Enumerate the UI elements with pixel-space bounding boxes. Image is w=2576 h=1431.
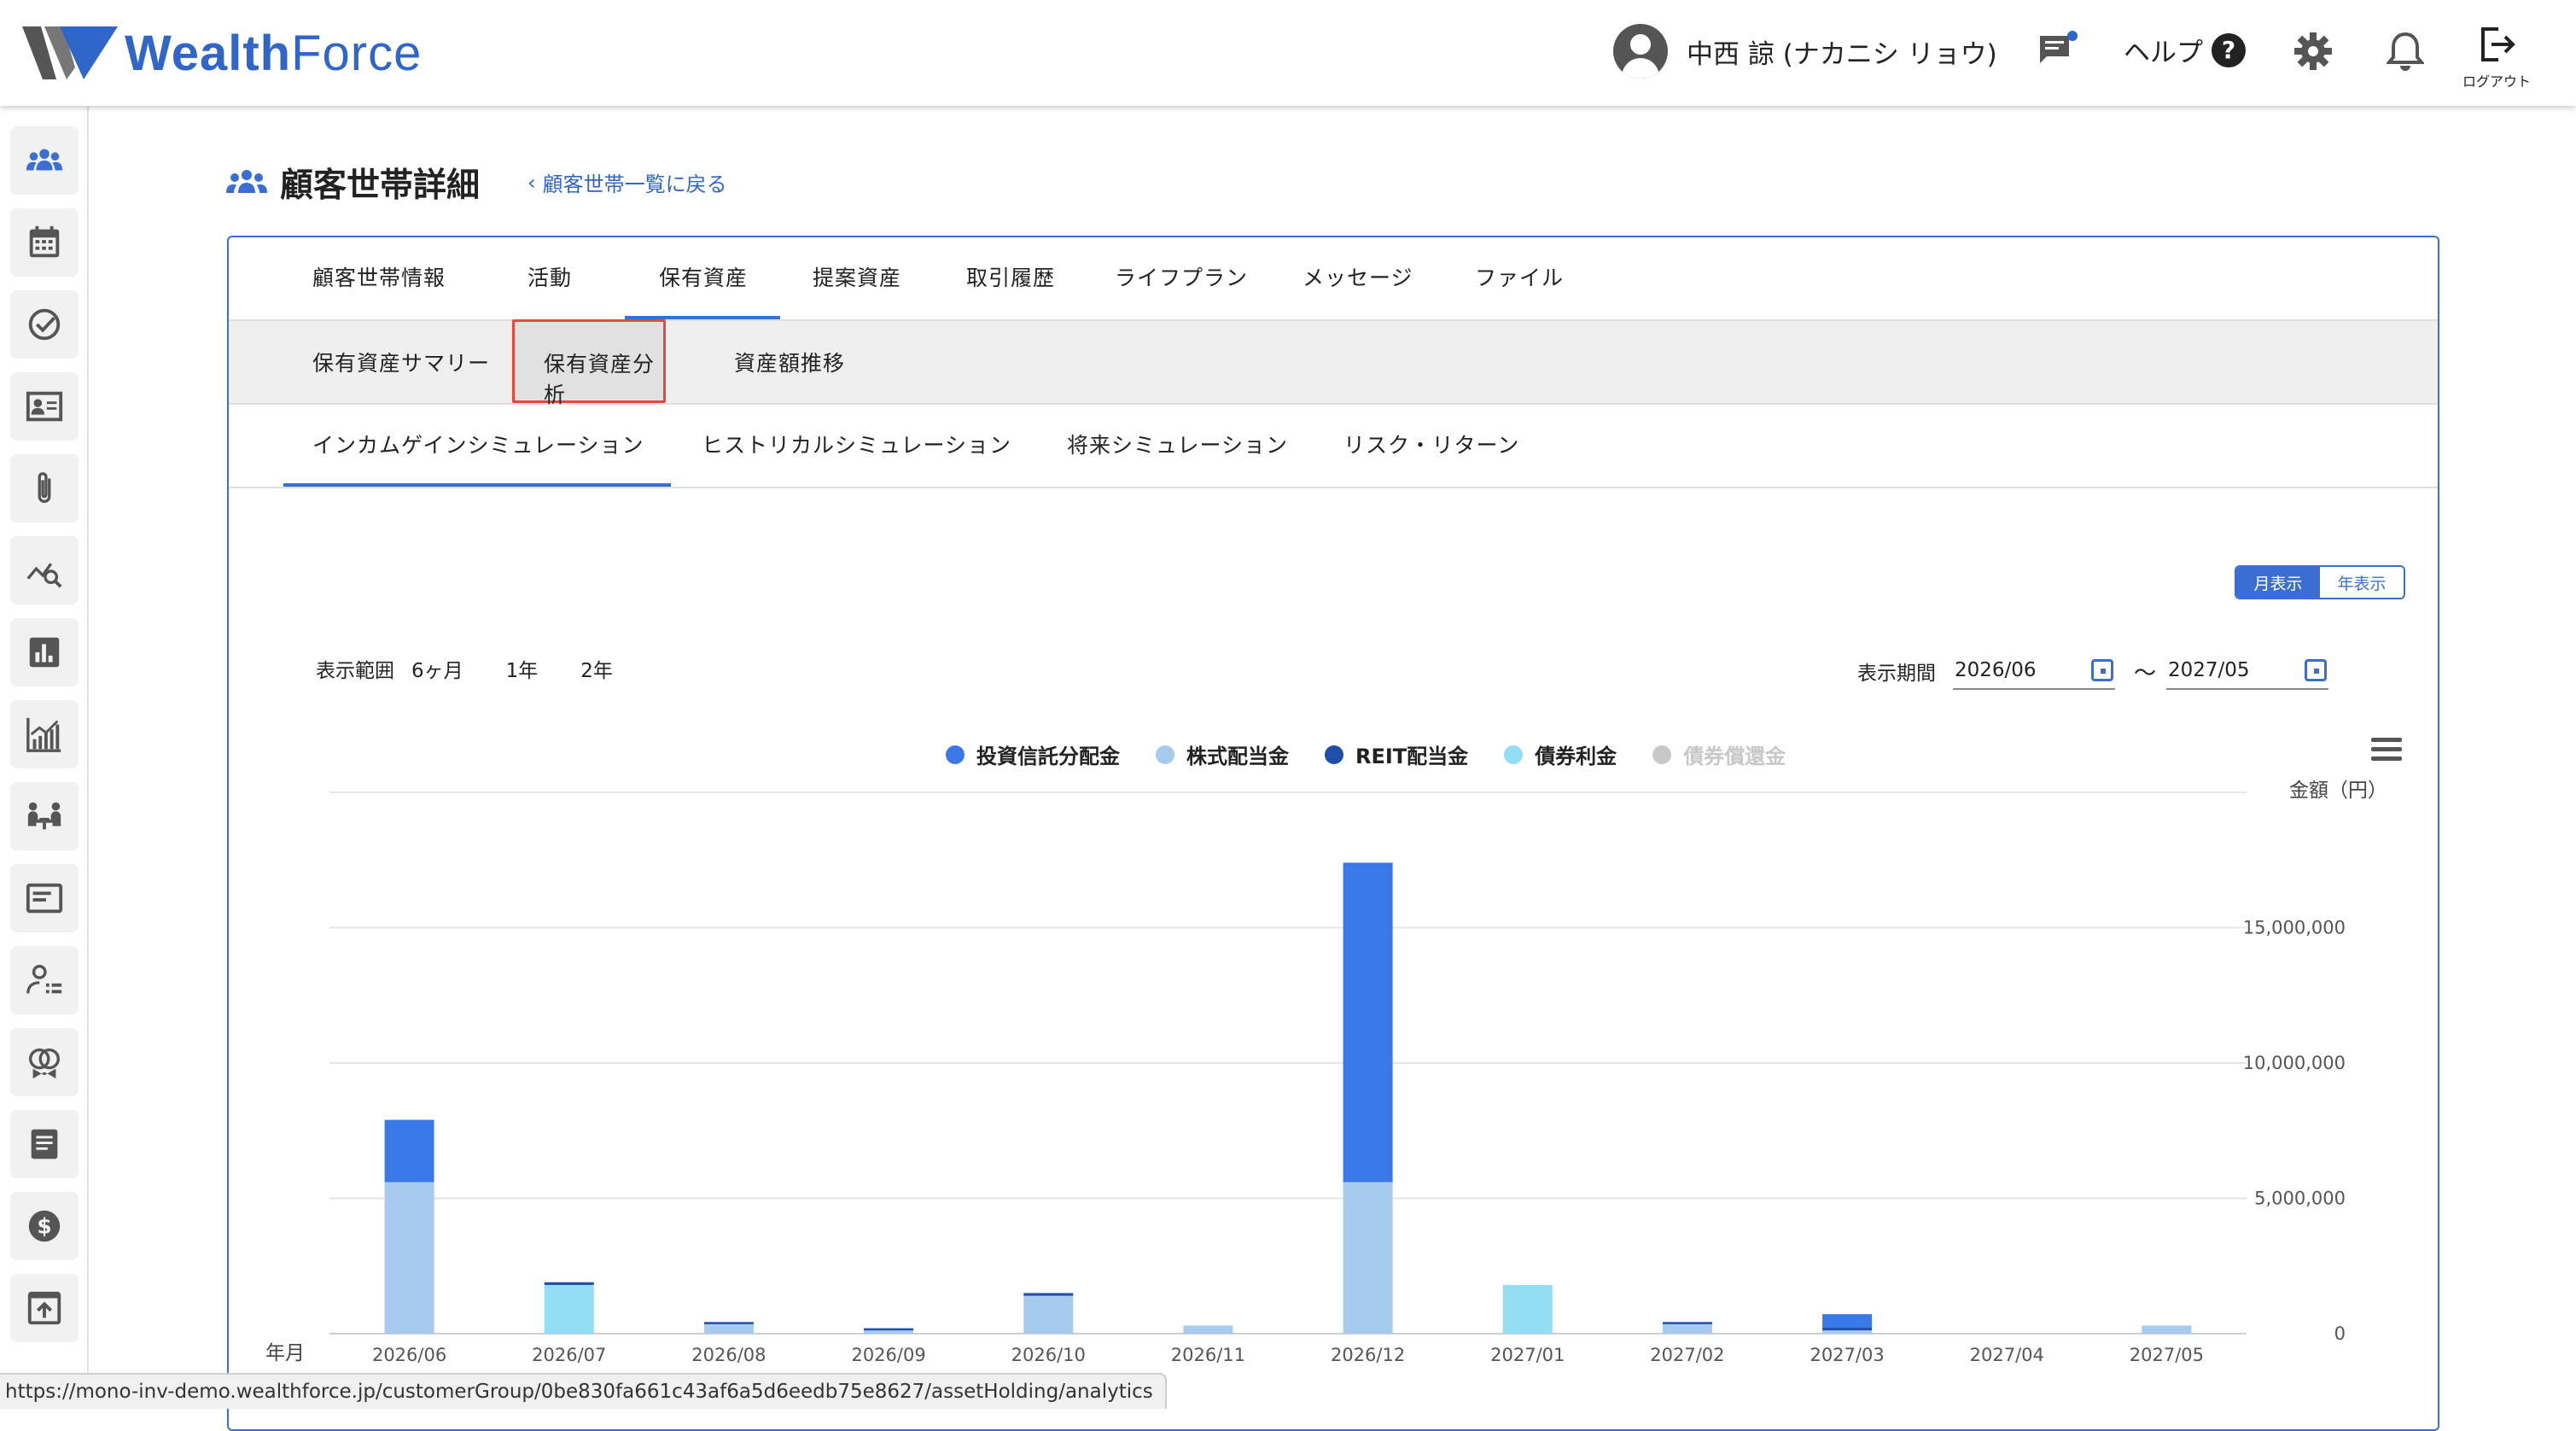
paperclip-icon — [38, 472, 51, 503]
bell-icon[interactable] — [2380, 26, 2431, 77]
x-tick-label: 2026/07 — [532, 1345, 606, 1365]
x-tick-label: 2027/01 — [1490, 1345, 1565, 1365]
bar-segment — [1023, 1295, 1074, 1334]
bar-segment — [544, 1282, 594, 1285]
logo-mark-icon — [22, 26, 118, 79]
logout-label: ログアウト — [2462, 73, 2531, 90]
sidebar-item-relationships[interactable] — [10, 1028, 79, 1096]
user-name: 中西 諒 (ナカニシ リョウ) — [1687, 38, 1997, 70]
gear-icon[interactable] — [2288, 26, 2339, 77]
sidebar-item-contacts[interactable] — [10, 372, 79, 441]
bar-segment — [1023, 1293, 1074, 1296]
x-tick-label: 2027/04 — [1970, 1345, 2044, 1365]
logo-text: WealthForce — [125, 25, 423, 81]
app-header: WealthForce 中西 諒 (ナカニシ リョウ) ヘルプ ? ログアウト — [0, 0, 2576, 106]
bar-segment — [2142, 1325, 2192, 1334]
bar-segment — [1822, 1328, 1873, 1331]
y-tick-label: 10,000,000 — [2243, 1053, 2346, 1073]
bar-segment — [1822, 1314, 1873, 1329]
logout-icon — [2481, 27, 2515, 61]
rings-icon — [29, 1048, 60, 1079]
user-list-icon — [26, 965, 62, 994]
bar-segment — [864, 1330, 914, 1334]
bar-segment — [1343, 1182, 1393, 1334]
page-title-text: 顧客世帯詳細 — [280, 166, 481, 205]
sidebar-item-households[interactable] — [10, 126, 79, 195]
sidebar-item-meetings[interactable] — [10, 782, 79, 850]
sidebar-item-screens[interactable] — [10, 864, 79, 932]
help-label: ヘルプ — [2124, 38, 2203, 68]
chart-search-icon — [26, 563, 62, 588]
x-tick-label: 2026/10 — [1011, 1345, 1086, 1365]
help-icon: ? — [2212, 32, 2246, 67]
sidebar-item-analysis[interactable] — [10, 536, 79, 605]
avatar-icon — [1613, 24, 1668, 79]
sidebar-item-reports[interactable] — [10, 618, 79, 686]
y-tick-label: 15,000,000 — [2243, 918, 2346, 938]
calendar-icon — [29, 225, 60, 258]
asset-analysis-card: 顧客世帯情報 活動 保有資産 提案資産 取引履歴 ライフプラン メッセージ ファ… — [227, 236, 2439, 1431]
dollar-icon: $ — [28, 1210, 61, 1242]
bar-segment — [1343, 862, 1393, 1183]
sidebar-item-billing[interactable]: $ — [10, 1192, 79, 1260]
upload-box-icon — [27, 1291, 61, 1325]
bar-segment — [544, 1284, 594, 1334]
y-tick-label: 5,000,000 — [2254, 1189, 2346, 1209]
people-icon — [26, 149, 63, 171]
sidebar-item-documents[interactable] — [10, 1110, 79, 1178]
bar-chart-box-icon — [29, 637, 60, 668]
x-tick-label: 2026/06 — [372, 1345, 446, 1365]
y-tick-label: 0 — [2334, 1323, 2346, 1344]
bar-segment — [384, 1182, 434, 1334]
logo[interactable]: WealthForce — [22, 22, 422, 84]
chat-icon[interactable] — [2031, 26, 2083, 77]
meeting-icon — [27, 802, 61, 830]
x-tick-label: 2027/02 — [1650, 1345, 1724, 1365]
x-tick-label: 2026/12 — [1331, 1345, 1405, 1365]
bar-segment — [1822, 1330, 1873, 1334]
x-tick-label: 2026/08 — [691, 1345, 766, 1365]
bar-segment — [1502, 1284, 1553, 1334]
people-icon — [226, 170, 267, 193]
sidebar: $ — [0, 106, 89, 1409]
svg-text:$: $ — [37, 1214, 51, 1239]
bar-segment — [1662, 1323, 1712, 1334]
contact-card-icon — [26, 391, 63, 422]
x-tick-label: 2027/05 — [2130, 1345, 2204, 1365]
sidebar-item-export[interactable] — [10, 1274, 79, 1342]
income-bar-chart: 0 5,000,000 10,000,000 15,000,000 2026/06 202… — [265, 791, 2346, 1365]
status-bar-url: https://mono-inv-demo.wealthforce.jp/cus… — [0, 1373, 1167, 1409]
x-axis-title: 年月 — [265, 1342, 305, 1364]
sidebar-item-performance[interactable] — [10, 700, 79, 768]
chevron-left-icon: ‹ — [527, 170, 536, 195]
help-button[interactable]: ヘルプ ? — [2124, 31, 2246, 69]
back-to-list-link[interactable]: ‹ 顧客世帯一覧に戻る — [527, 167, 727, 197]
user-menu[interactable]: 中西 諒 (ナカニシ リョウ) — [1613, 24, 1997, 79]
logout-button[interactable]: ログアウト — [2458, 24, 2535, 91]
back-link-label: 顧客世帯一覧に戻る — [542, 172, 727, 196]
bar-segment — [703, 1322, 754, 1324]
sidebar-item-tasks[interactable] — [10, 290, 79, 359]
bar-segment — [1662, 1322, 1712, 1324]
sidebar-item-calendar[interactable] — [10, 208, 79, 277]
bar-segment — [703, 1323, 754, 1334]
x-tick-label: 2027/03 — [1810, 1345, 1884, 1365]
sidebar-item-attachments[interactable] — [10, 454, 79, 523]
window-icon — [26, 883, 63, 914]
bar-segment — [1183, 1325, 1233, 1334]
x-tick-label: 2026/11 — [1171, 1345, 1245, 1365]
document-icon — [31, 1129, 58, 1159]
check-circle-icon — [28, 308, 61, 341]
growth-chart-icon — [26, 717, 61, 752]
bar-segment — [864, 1328, 914, 1331]
bar-segment — [384, 1119, 434, 1183]
x-tick-label: 2026/09 — [851, 1345, 925, 1365]
page-title: 顧客世帯詳細 — [225, 159, 480, 207]
sidebar-item-users[interactable] — [10, 946, 79, 1014]
